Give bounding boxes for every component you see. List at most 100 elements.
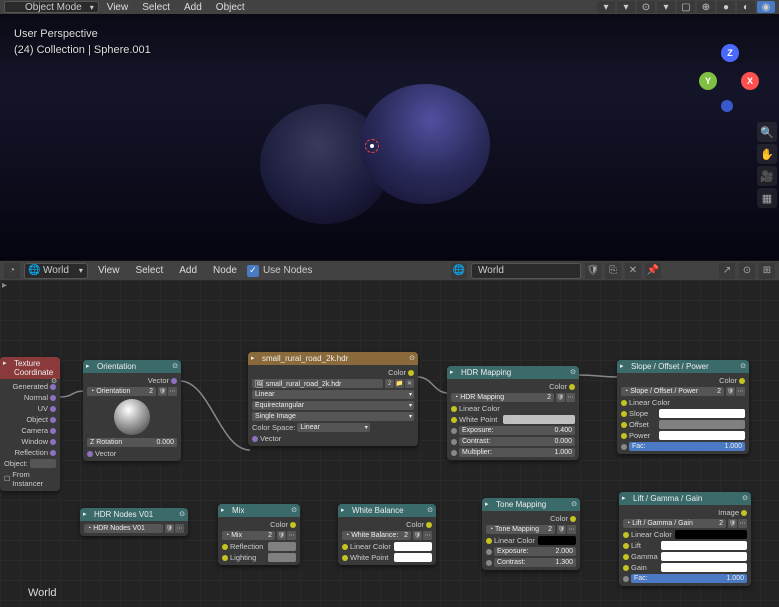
reflection-swatch[interactable] bbox=[268, 542, 296, 551]
shading-solid-icon[interactable]: ● bbox=[717, 1, 735, 13]
multiplier-slider[interactable]: Multiplier:1.000 bbox=[459, 448, 575, 457]
group-field[interactable]: ◔ Slope / Offset / Power2 bbox=[621, 387, 724, 396]
lighting-swatch[interactable] bbox=[268, 553, 296, 562]
node-title[interactable]: Mix⊙ bbox=[218, 504, 300, 517]
node-white-balance[interactable]: White Balance⊙ Color ◔ White Balance:2🛡⋯… bbox=[338, 504, 436, 565]
editor-type-icon[interactable]: ◔ bbox=[4, 263, 20, 279]
overlay-toggle-icon[interactable]: ▾ bbox=[617, 1, 635, 13]
pan-icon[interactable]: ✋ bbox=[757, 144, 777, 164]
node-title[interactable]: Orientation⊙ bbox=[83, 360, 181, 373]
slope-swatch[interactable] bbox=[659, 409, 745, 418]
open-icon[interactable]: 📁 bbox=[395, 379, 404, 388]
snap-icon[interactable]: ⊙ bbox=[739, 263, 755, 279]
more-icon[interactable]: ⋯ bbox=[423, 531, 432, 540]
orientation-field[interactable]: ◔ Orientation2 bbox=[87, 387, 156, 396]
world-browse-icon[interactable]: 🌐 bbox=[451, 263, 467, 279]
node-lift-gamma-gain[interactable]: Lift / Gamma / Gain⊙ Image ◔ Lift / Gamm… bbox=[619, 492, 751, 586]
parent-icon[interactable]: ↗ bbox=[719, 263, 735, 279]
node-title[interactable]: Slope / Offset / Power⊙ bbox=[617, 360, 749, 373]
contrast-slider[interactable]: Contrast:0.000 bbox=[459, 437, 575, 446]
more-icon[interactable]: ⋯ bbox=[566, 393, 575, 402]
unlink-icon[interactable]: ✕ bbox=[625, 263, 641, 279]
interpolation-dropdown[interactable]: Linear bbox=[252, 390, 414, 399]
users-icon[interactable]: 2 bbox=[385, 379, 394, 388]
offset-swatch[interactable] bbox=[659, 420, 745, 429]
node-environment-texture[interactable]: small_rural_road_2k.hdr⊙ Color 🖼 small_r… bbox=[248, 352, 418, 446]
shield-icon[interactable]: 🛡 bbox=[165, 524, 174, 533]
shield-icon[interactable]: 🛡 bbox=[556, 393, 565, 402]
more-icon[interactable]: ⋯ bbox=[287, 531, 296, 540]
world-type-select[interactable]: 🌐 World bbox=[24, 263, 88, 279]
group-field[interactable]: ◔ Mix2 bbox=[222, 531, 275, 540]
shading-matprev-icon[interactable]: ◐ bbox=[737, 1, 755, 13]
node-tone-mapping[interactable]: Tone Mapping⊙ Color ◔ Tone Mapping2🛡⋯ Li… bbox=[482, 498, 580, 570]
group-field[interactable]: ◔ HDR Nodes V01 bbox=[84, 524, 163, 533]
more-icon[interactable]: ⋯ bbox=[567, 525, 576, 534]
more-icon[interactable]: ⋯ bbox=[738, 519, 747, 528]
node-menu-select[interactable]: Select bbox=[129, 265, 169, 276]
xray-icon[interactable]: ▢ bbox=[677, 1, 695, 13]
axis-z-icon[interactable]: Z bbox=[721, 44, 739, 62]
shading-wireframe-icon[interactable]: ⊕ bbox=[697, 1, 715, 13]
node-hdr-mapping[interactable]: HDR Mapping⊙ Color ◔ HDR Mapping2🛡⋯ Line… bbox=[447, 366, 579, 460]
shield-icon[interactable]: 🛡 bbox=[728, 519, 737, 528]
gamma-swatch[interactable] bbox=[661, 552, 747, 561]
z-rotation-slider[interactable]: Z Rotation0.000 bbox=[87, 438, 177, 447]
node-title[interactable]: HDR Nodes V01⊙ bbox=[80, 508, 188, 521]
power-swatch[interactable] bbox=[659, 431, 745, 440]
node-menu-view[interactable]: View bbox=[92, 265, 126, 276]
white-point-swatch[interactable] bbox=[503, 415, 575, 424]
node-title[interactable]: Texture Coordinate⊙ bbox=[0, 357, 60, 379]
unlink-icon[interactable]: ✕ bbox=[405, 379, 414, 388]
node-title[interactable]: White Balance⊙ bbox=[338, 504, 436, 517]
pin-icon[interactable]: 📌 bbox=[645, 263, 661, 279]
menu-view[interactable]: View bbox=[101, 2, 135, 13]
exposure-slider[interactable]: Exposure:0.400 bbox=[459, 426, 575, 435]
from-instancer-label[interactable]: From Instancer bbox=[12, 470, 56, 488]
colorspace-dropdown[interactable]: Linear bbox=[297, 423, 369, 432]
exposure-slider[interactable]: Exposure:2.000 bbox=[494, 547, 576, 556]
node-title[interactable]: Lift / Gamma / Gain⊙ bbox=[619, 492, 751, 505]
fake-user-icon[interactable]: 🛡 bbox=[158, 387, 167, 396]
menu-object[interactable]: Object bbox=[210, 2, 251, 13]
node-slope-offset-power[interactable]: Slope / Offset / Power⊙ Color ◔ Slope / … bbox=[617, 360, 749, 454]
object-field[interactable] bbox=[30, 459, 56, 468]
more-icon[interactable]: ⋯ bbox=[736, 387, 745, 396]
use-nodes-checkbox[interactable]: ✓ bbox=[247, 265, 259, 277]
fake-user-icon[interactable]: 🛡 bbox=[585, 263, 601, 279]
shield-icon[interactable]: 🛡 bbox=[726, 387, 735, 396]
menu-select[interactable]: Select bbox=[136, 2, 176, 13]
node-title[interactable]: Tone Mapping⊙ bbox=[482, 498, 580, 511]
image-name-field[interactable]: 🖼 small_rural_road_2k.hdr bbox=[252, 379, 383, 388]
group-field[interactable]: ◔ HDR Mapping2 bbox=[451, 393, 554, 402]
menu-add[interactable]: Add bbox=[178, 2, 208, 13]
linearcolor-swatch[interactable] bbox=[675, 530, 747, 539]
group-field[interactable]: ◔ Tone Mapping2 bbox=[486, 525, 555, 534]
tweak-icon[interactable]: ⊞ bbox=[759, 263, 775, 279]
source-dropdown[interactable]: Single Image bbox=[252, 412, 414, 421]
grid-icon[interactable]: ▦ bbox=[757, 188, 777, 208]
gain-swatch[interactable] bbox=[661, 563, 747, 572]
node-menu-node[interactable]: Node bbox=[207, 265, 243, 276]
node-editor[interactable]: ▸ World Texture Coordinate⊙ Generated No… bbox=[0, 280, 779, 607]
nav-gizmo[interactable]: Z X Y bbox=[699, 44, 759, 104]
whitepoint-swatch[interactable] bbox=[394, 553, 432, 562]
shield-icon[interactable]: 🛡 bbox=[413, 531, 422, 540]
panel-handle-icon[interactable]: ▸ bbox=[2, 280, 7, 291]
new-icon[interactable]: ⎘ bbox=[605, 263, 621, 279]
shading-rendered-icon[interactable]: ◉ bbox=[757, 1, 775, 13]
node-orientation[interactable]: Orientation⊙ Vector ◔ Orientation2🛡⋯ Z R… bbox=[83, 360, 181, 461]
mode-select[interactable]: Object Mode bbox=[4, 1, 99, 13]
projection-dropdown[interactable]: Equirectangular bbox=[252, 401, 414, 410]
node-mix[interactable]: Mix⊙ Color ◔ Mix2🛡⋯ Reflection Lighting bbox=[218, 504, 300, 565]
shield-icon[interactable]: 🛡 bbox=[277, 531, 286, 540]
shield-icon[interactable]: 🛡 bbox=[557, 525, 566, 534]
node-menu-add[interactable]: Add bbox=[173, 265, 203, 276]
gizmo-dropdown-icon[interactable]: ⊙ bbox=[637, 1, 655, 13]
fac-slider[interactable]: Fac:1.000 bbox=[629, 442, 745, 451]
camera-icon[interactable]: 🎥 bbox=[757, 166, 777, 186]
node-title[interactable]: HDR Mapping⊙ bbox=[447, 366, 579, 379]
more-icon[interactable]: ⋯ bbox=[168, 387, 177, 396]
overlay-dropdown-icon[interactable]: ▾ bbox=[657, 1, 675, 13]
node-title[interactable]: small_rural_road_2k.hdr⊙ bbox=[248, 352, 418, 365]
